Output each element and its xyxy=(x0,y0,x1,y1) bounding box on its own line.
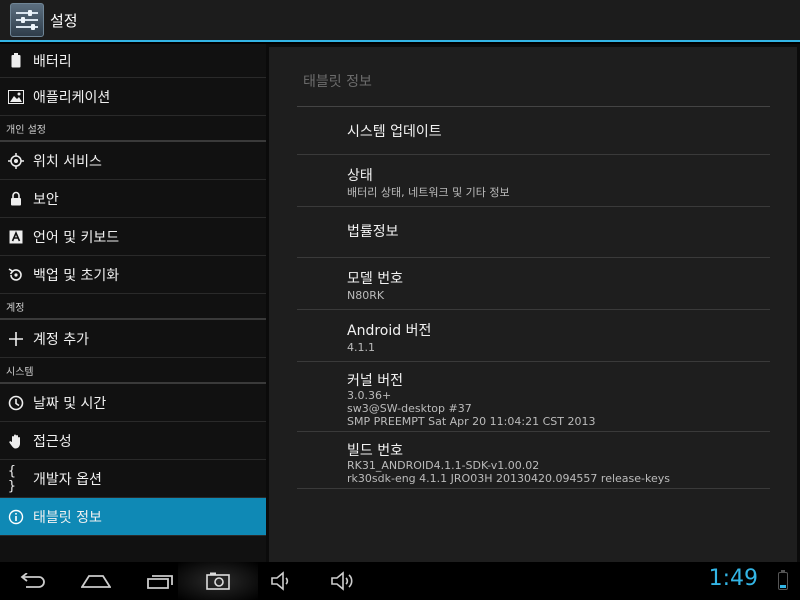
sidebar-item-location[interactable]: 위치 서비스 xyxy=(0,142,266,180)
row-summary: 배터리 상태, 네트워크 및 기타 정보 xyxy=(347,186,510,199)
row-heading: 모델 번호 xyxy=(347,271,403,287)
clock-icon xyxy=(8,395,24,411)
applications-icon xyxy=(8,89,24,105)
row-value-line: SMP PREEMPT Sat Apr 20 11:04:21 CST 2013 xyxy=(347,415,596,428)
volume-up-icon[interactable] xyxy=(326,562,360,600)
recent-apps-icon[interactable] xyxy=(140,562,180,600)
volume-down-icon[interactable] xyxy=(266,562,296,600)
sidebar-item-label: 계정 추가 xyxy=(33,331,89,348)
row-heading: 빌드 번호 xyxy=(347,443,403,459)
sidebar-item-about-tablet[interactable]: 태블릿 정보 xyxy=(0,498,266,536)
sidebar-item-label: 백업 및 초기화 xyxy=(33,267,120,284)
status-clock[interactable]: 1:49 xyxy=(709,566,758,591)
row-status[interactable]: 상태 배터리 상태, 네트워크 및 기타 정보 xyxy=(297,155,770,207)
row-heading: 법률정보 xyxy=(347,224,399,240)
row-kernel-version: 커널 버전 3.0.36+ sw3@SW-desktop #37 SMP PRE… xyxy=(297,362,770,432)
sidebar-item-language[interactable]: 언어 및 키보드 xyxy=(0,218,266,256)
page-title: 태블릿 정보 xyxy=(303,74,372,90)
screenshot-icon[interactable] xyxy=(178,562,258,600)
row-value-line: rk30sdk-eng 4.1.1 JRO03H 20130420.094557… xyxy=(347,472,670,485)
row-heading: Android 버전 xyxy=(347,323,432,339)
sidebar-item-battery[interactable]: 배터리 xyxy=(0,44,266,78)
detail-pane: 태블릿 정보 시스템 업데이트 상태 배터리 상태, 네트워크 및 기타 정보 … xyxy=(266,44,800,562)
row-heading: 커널 버전 xyxy=(347,373,403,389)
sidebar-item-applications[interactable]: 애플리케이션 xyxy=(0,78,266,116)
sidebar-item-label: 애플리케이션 xyxy=(33,89,111,106)
sidebar-item-label: 언어 및 키보드 xyxy=(33,229,120,246)
row-value-line: sw3@SW-desktop #37 xyxy=(347,402,472,415)
row-model-number: 모델 번호 N80RK xyxy=(297,258,770,310)
row-value: N80RK xyxy=(347,289,385,302)
braces-icon: { } xyxy=(8,463,16,494)
sidebar-item-date-time[interactable]: 날짜 및 시간 xyxy=(0,384,266,422)
sidebar-item-label: 태블릿 정보 xyxy=(33,509,102,526)
hand-icon xyxy=(8,433,24,449)
home-icon[interactable] xyxy=(76,562,116,600)
sidebar-item-label: 보안 xyxy=(33,191,59,208)
row-heading: 상태 xyxy=(347,168,373,184)
system-navigation-bar: 1:49 xyxy=(0,562,800,600)
language-icon xyxy=(8,229,24,245)
settings-sliders-icon[interactable] xyxy=(10,3,44,37)
sidebar-item-label: 위치 서비스 xyxy=(33,153,102,170)
row-android-version[interactable]: Android 버전 4.1.1 xyxy=(297,310,770,362)
settings-sidebar: 배터리 애플리케이션 개인 설정 위치 서비스 보안 언어 및 키보드 백업 및… xyxy=(0,44,266,562)
sidebar-item-backup[interactable]: 백업 및 초기화 xyxy=(0,256,266,294)
sidebar-item-add-account[interactable]: 계정 추가 xyxy=(0,320,266,358)
sidebar-item-accessibility[interactable]: 접근성 xyxy=(0,422,266,460)
action-bar: 설정 xyxy=(0,0,800,42)
sidebar-item-label: 배터리 xyxy=(33,53,72,70)
lock-icon xyxy=(8,191,24,207)
row-value: 4.1.1 xyxy=(347,341,375,354)
location-icon xyxy=(8,152,24,169)
add-icon xyxy=(8,331,24,347)
sidebar-item-developer-options[interactable]: { } 개발자 옵션 xyxy=(0,460,266,498)
section-header-system: 시스템 xyxy=(0,358,266,384)
sidebar-item-label: 날짜 및 시간 xyxy=(33,395,107,412)
row-heading: 시스템 업데이트 xyxy=(347,124,442,140)
battery-status-icon[interactable] xyxy=(778,570,788,590)
row-legal-info[interactable]: 법률정보 xyxy=(297,207,770,258)
row-build-number: 빌드 번호 RK31_ANDROID4.1.1-SDK-v1.00.02 rk3… xyxy=(297,432,770,489)
sidebar-item-label: 개발자 옵션 xyxy=(33,471,102,488)
info-icon xyxy=(8,509,24,525)
section-header-accounts: 계정 xyxy=(0,294,266,320)
section-header-personal: 개인 설정 xyxy=(0,116,266,142)
app-title: 설정 xyxy=(50,11,78,30)
sidebar-item-security[interactable]: 보안 xyxy=(0,180,266,218)
backup-icon xyxy=(8,267,24,283)
row-system-update[interactable]: 시스템 업데이트 xyxy=(297,107,770,155)
sidebar-item-label: 접근성 xyxy=(33,433,72,450)
about-tablet-panel: 태블릿 정보 시스템 업데이트 상태 배터리 상태, 네트워크 및 기타 정보 … xyxy=(269,47,797,562)
row-value-line: RK31_ANDROID4.1.1-SDK-v1.00.02 xyxy=(347,459,540,472)
back-icon[interactable] xyxy=(12,562,52,600)
row-value-line: 3.0.36+ xyxy=(347,389,392,402)
battery-icon xyxy=(8,53,24,69)
